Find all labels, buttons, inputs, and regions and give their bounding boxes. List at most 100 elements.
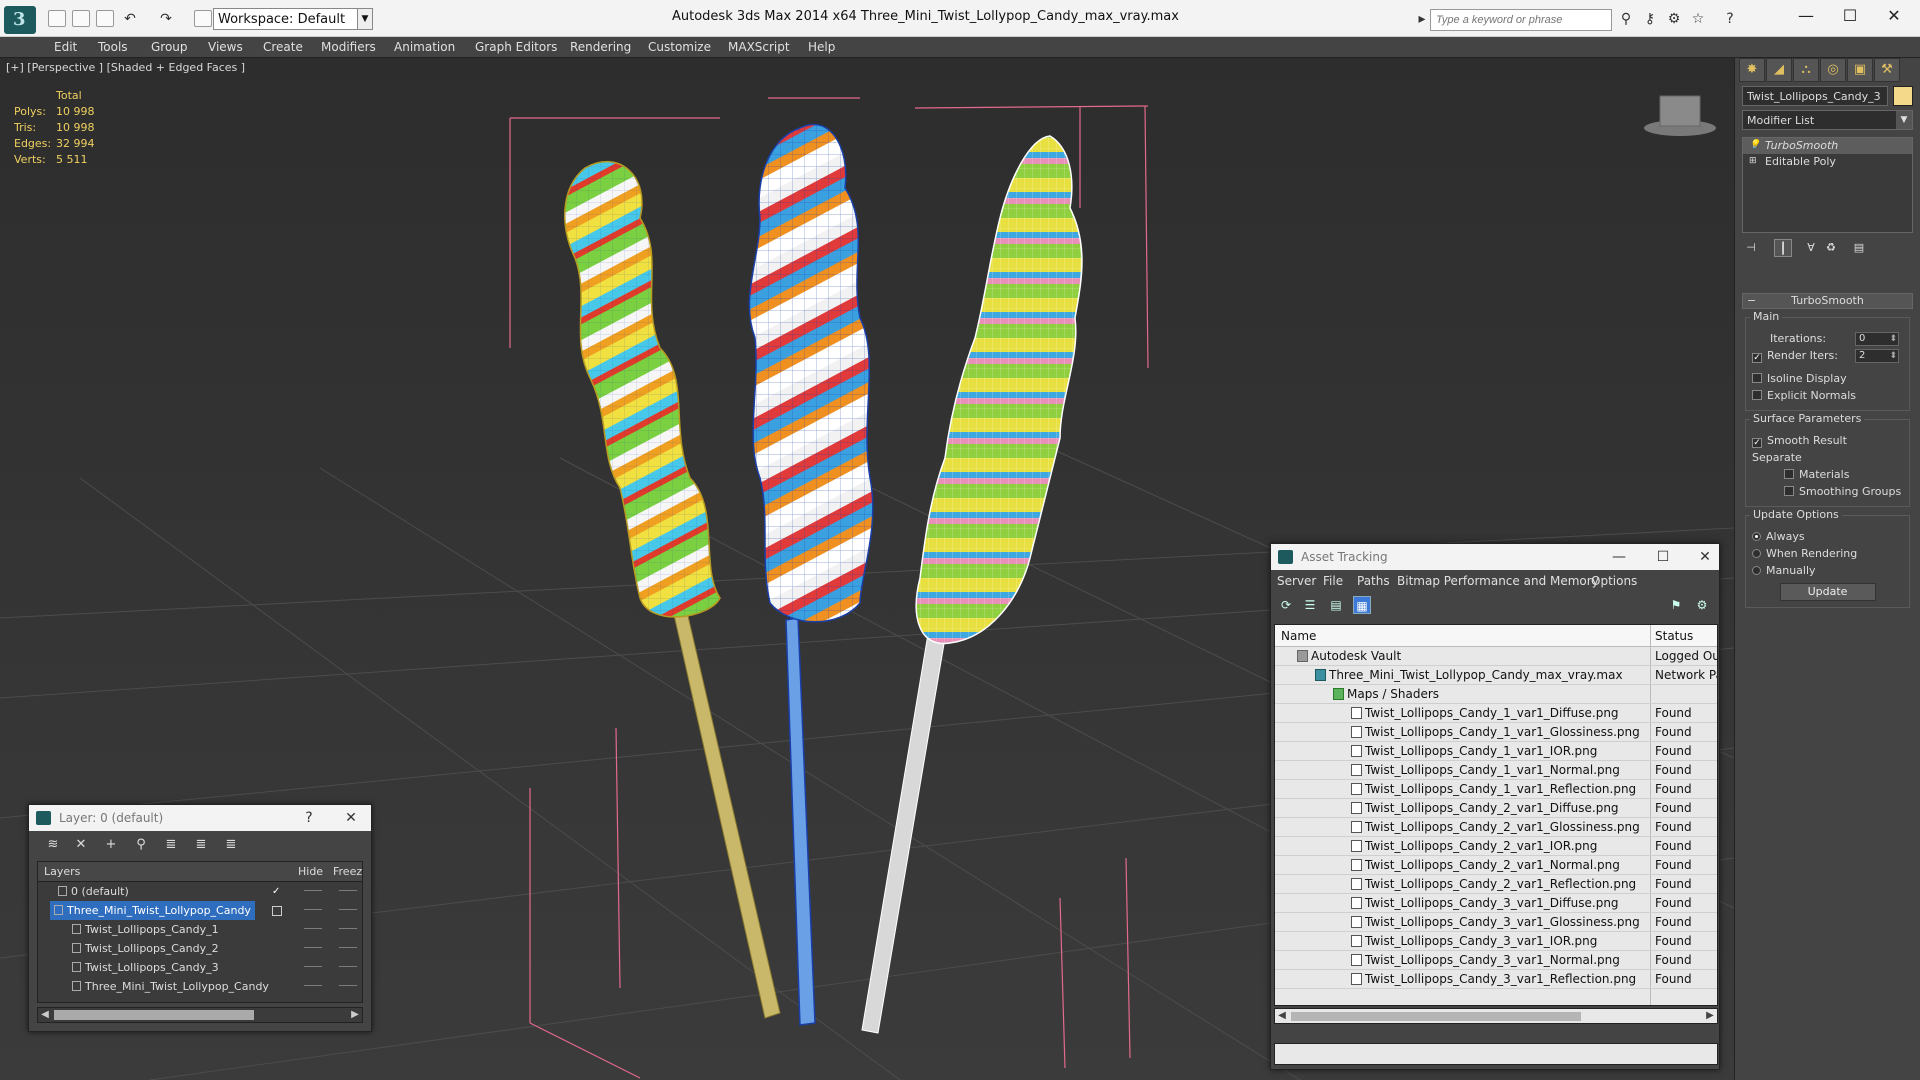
motion-tab-icon[interactable]: ◎ [1820,58,1846,82]
display-tab-icon[interactable]: ▣ [1847,58,1873,82]
freeze-toggle[interactable]: ─── [339,977,357,996]
menu-server[interactable]: Server [1277,574,1316,588]
freeze-toggle[interactable]: ─── [339,901,357,920]
manually-radio[interactable] [1752,566,1761,575]
new-file-icon[interactable] [48,10,66,27]
maximize-button[interactable]: ☐ [1832,4,1868,28]
asset-row[interactable]: Twist_Lollipops_Candy_1_var1_Normal.png F… [1275,761,1717,780]
menu-customize[interactable]: Customize [648,40,711,54]
asset-row[interactable]: Twist_Lollipops_Candy_2_var1_Glossiness.… [1275,818,1717,837]
app-logo-icon[interactable] [4,6,36,34]
asset-row[interactable]: Twist_Lollipops_Candy_1_var1_Diffuse.png… [1275,704,1717,723]
favorites-star-icon[interactable]: ☆ [1690,11,1706,27]
asset-row[interactable]: Twist_Lollipops_Candy_2_var1_Diffuse.png… [1275,799,1717,818]
asset-row[interactable]: Twist_Lollipops_Candy_3_var1_IOR.png Foun… [1275,932,1717,951]
menu-rendering[interactable]: Rendering [570,40,631,54]
menu-graph-editors[interactable]: Graph Editors [475,40,557,54]
help-icon[interactable]: ? [1722,11,1738,27]
menu-animation[interactable]: Animation [394,40,455,54]
scroll-left-icon[interactable]: ◀ [38,1008,52,1022]
asset-settings-icon[interactable]: ⚙ [1693,596,1711,614]
horizontal-scrollbar[interactable]: ◀ ▶ [37,1007,363,1023]
lightbulb-icon[interactable]: 💡 [1749,140,1760,151]
when-rendering-radio[interactable] [1752,549,1761,558]
menu-help[interactable]: Help [808,40,835,54]
explicit-normals-checkbox[interactable] [1752,390,1762,400]
menu-tools[interactable]: Tools [98,40,128,54]
set-current-checkbox[interactable] [272,906,282,916]
hide-toggle[interactable]: ─── [304,920,322,939]
asset-row[interactable]: Twist_Lollipops_Candy_2_var1_Reflection.… [1275,875,1717,894]
smoothing-groups-checkbox[interactable] [1784,486,1794,496]
new-layer-icon[interactable]: ≋ [43,835,63,855]
highlight-editor-icon[interactable]: ⚑ [1667,596,1685,614]
layer-row[interactable]: 0 (default) ✓ ─── ─── [38,882,362,901]
update-button[interactable]: Update [1779,583,1876,601]
iterations-spinner[interactable]: 0 [1855,332,1899,346]
search-input[interactable] [1430,9,1612,31]
add-to-layer-icon[interactable]: + [101,835,121,855]
asset-row[interactable]: Three_Mini_Twist_Lollypop_Candy_max_vray… [1275,666,1717,685]
menu-file[interactable]: File [1323,574,1343,588]
viewport-label[interactable]: [+] [Perspective ] [Shaded + Edged Faces… [6,61,245,74]
layer-row[interactable]: Twist_Lollipops_Candy_2 ─── ─── [38,939,362,958]
column-status[interactable]: Status [1655,625,1693,647]
modifier-stack[interactable]: 💡 TurboSmooth ⊞ Editable Poly [1742,137,1913,233]
close-button[interactable]: ✕ [1693,544,1717,570]
hide-toggle[interactable]: ─── [304,882,322,901]
scroll-right-icon[interactable]: ▶ [348,1008,362,1022]
render-iters-checkbox[interactable]: ✓ [1752,353,1762,363]
modify-tab-icon[interactable]: ◢ [1766,58,1792,82]
list-view-icon[interactable]: ☰ [1301,596,1319,614]
delete-layer-icon[interactable]: ✕ [71,835,91,855]
dialog-title-bar[interactable]: Layer: 0 (default) ? ✕ [29,805,371,831]
table-view-icon[interactable]: ▦ [1353,596,1371,614]
scroll-left-icon[interactable]: ◀ [1275,1009,1289,1023]
object-name-field[interactable]: Twist_Lollipops_Candy_3 [1742,86,1888,106]
layer-row[interactable]: Twist_Lollipops_Candy_3 ─── ─── [38,958,362,977]
detail-view-icon[interactable]: ▤ [1327,596,1345,614]
isoline-display-checkbox[interactable] [1752,373,1762,383]
scroll-right-icon[interactable]: ▶ [1703,1009,1717,1023]
asset-row[interactable]: Twist_Lollipops_Candy_3_var1_Diffuse.png… [1275,894,1717,913]
rollout-header[interactable]: TurboSmooth [1742,293,1913,309]
hide-toggle[interactable]: ─── [304,977,322,996]
pin-stack-icon[interactable]: ⊣ [1742,239,1760,257]
layer-row[interactable]: Three_Mini_Twist_Lollypop_Candy ─── ─── [38,977,362,996]
communication-icon[interactable]: ⚙ [1666,11,1682,27]
stack-item-turbosmooth[interactable]: 💡 TurboSmooth [1743,138,1912,154]
scroll-thumb[interactable] [1291,1012,1581,1021]
object-color-swatch[interactable] [1893,86,1913,106]
asset-row[interactable]: Twist_Lollipops_Candy_1_var1_IOR.png Foun… [1275,742,1717,761]
show-end-result-icon[interactable]: ┃ [1774,239,1792,257]
hide-toggle[interactable]: ─── [304,939,322,958]
hide-toggle[interactable]: ─── [304,958,322,977]
utilities-tab-icon[interactable]: ⚒ [1874,58,1900,82]
help-button[interactable]: ? [297,805,321,831]
stack-item-editable-poly[interactable]: ⊞ Editable Poly [1743,154,1912,170]
menu-edit[interactable]: Edit [54,40,77,54]
minimize-button[interactable]: — [1788,4,1824,28]
layer-row[interactable]: Three_Mini_Twist_Lollypop_Candy ─── ─── [38,901,362,920]
maximize-button[interactable]: ☐ [1651,544,1675,570]
create-tab-icon[interactable]: ✸ [1739,58,1765,82]
lollipop-2[interactable] [748,123,874,1026]
materials-checkbox[interactable] [1784,469,1794,479]
layer-row[interactable]: Twist_Lollipops_Candy_1 ─── ─── [38,920,362,939]
menu-maxscript[interactable]: MAXScript [728,40,790,54]
select-objects-icon[interactable]: ⚲ [131,835,151,855]
asset-row[interactable]: Twist_Lollipops_Candy_2_var1_Normal.png F… [1275,856,1717,875]
column-name[interactable]: Name [1281,625,1316,647]
freeze-toggle[interactable]: ─── [339,882,357,901]
lollipop-1[interactable] [564,161,781,1019]
workspace-select[interactable]: Workspace: Default ▼ [213,8,373,30]
freeze-toggle[interactable]: ─── [339,920,357,939]
save-file-icon[interactable] [96,10,114,27]
always-radio[interactable] [1752,532,1761,541]
asset-row[interactable]: Twist_Lollipops_Candy_1_var1_Glossiness.… [1275,723,1717,742]
minimize-button[interactable]: — [1607,544,1631,570]
undo-icon[interactable]: ↶ [122,11,138,27]
set-current-layer-icon[interactable]: ≣ [191,835,211,855]
menu-options[interactable]: Options [1591,574,1637,588]
close-button[interactable]: ✕ [1876,4,1912,28]
